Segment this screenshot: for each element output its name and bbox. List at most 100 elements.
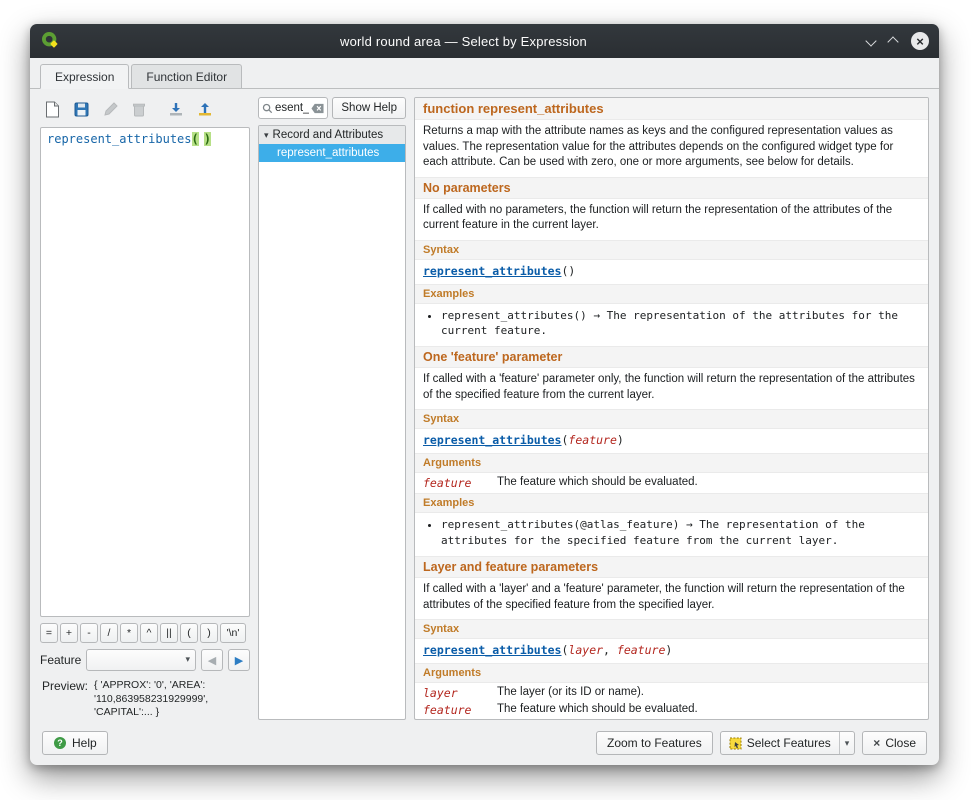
next-feature-button[interactable]: ▶: [228, 649, 250, 671]
examples-list: represent_attributes() → The representat…: [441, 308, 920, 339]
argument-name: feature: [423, 476, 487, 490]
select-by-expression-dialog: world round area — Select by Expression …: [30, 24, 939, 765]
syntax-label: Syntax: [415, 240, 928, 260]
help-icon: ?: [53, 736, 67, 750]
arrow: →: [686, 518, 693, 531]
show-help-button[interactable]: Show Help: [332, 97, 406, 119]
save-icon: [74, 102, 89, 117]
argument-row: layer The layer (or its ID or name).: [423, 686, 920, 700]
arguments-label: Arguments: [415, 663, 928, 683]
svg-text:?: ?: [57, 738, 63, 748]
window-title: world round area — Select by Expression: [68, 34, 859, 49]
preview-value: { 'APPROX': '0', 'AREA': '110,8639582319…: [94, 679, 250, 720]
operator-newline-button[interactable]: '\n': [220, 623, 246, 643]
argument-description: The feature which should be evaluated.: [497, 476, 920, 490]
window-menu-chevron-icon[interactable]: [867, 34, 875, 48]
section-heading-layer-and-feature: Layer and feature parameters: [415, 556, 928, 578]
expression-function-text: represent_attributes: [47, 132, 192, 146]
syntax-code: represent_attributes(feature): [423, 433, 920, 447]
arguments-label: Arguments: [415, 453, 928, 473]
trash-icon: [132, 102, 146, 117]
expression-editor[interactable]: represent_attributes(): [40, 127, 250, 617]
argument-row: feature The feature which should be eval…: [423, 703, 920, 717]
argument-name: feature: [423, 703, 487, 717]
syntax-arg: layer: [568, 643, 603, 657]
operator-concat-button[interactable]: ||: [160, 623, 178, 643]
tree-group-record-and-attributes[interactable]: ▾ Record and Attributes: [259, 126, 405, 144]
operator-divide-button[interactable]: /: [100, 623, 118, 643]
examples-label: Examples: [415, 493, 928, 513]
syntax-code: represent_attributes(layer, feature): [423, 643, 920, 657]
export-icon: [197, 101, 213, 117]
close-button[interactable]: × Close: [862, 731, 927, 755]
chevron-down-icon: ▾: [845, 738, 850, 749]
help-title: function represent_attributes: [415, 98, 928, 120]
edit-expression-button[interactable]: [98, 97, 122, 121]
operator-buttons: = + - / * ^ || ( ) '\n': [40, 623, 250, 643]
select-features-dropdown[interactable]: ▾: [839, 732, 855, 754]
pencil-icon: [103, 102, 118, 117]
dialog-footer: ? Help Zoom to Features Select Features …: [30, 726, 939, 765]
import-icon: [168, 101, 184, 117]
close-button-label: Close: [885, 736, 916, 750]
close-paren: ): [204, 132, 211, 146]
operator-equals-button[interactable]: =: [40, 623, 58, 643]
save-expression-button[interactable]: [69, 97, 93, 121]
syntax-label: Syntax: [415, 409, 928, 429]
section-heading-no-parameters: No parameters: [415, 177, 928, 199]
tab-function-editor[interactable]: Function Editor: [131, 64, 242, 88]
examples-list: represent_attributes(@atlas_feature) → T…: [441, 517, 920, 548]
export-expressions-button[interactable]: [193, 97, 217, 121]
new-expression-button[interactable]: [40, 97, 64, 121]
search-box[interactable]: [258, 97, 328, 119]
argument-description: The layer (or its ID or name).: [497, 686, 920, 700]
help-intro: Returns a map with the attribute names a…: [423, 124, 920, 171]
zoom-to-features-label: Zoom to Features: [607, 736, 702, 750]
clear-search-icon[interactable]: [311, 103, 324, 114]
delete-expression-button[interactable]: [127, 97, 151, 121]
previous-feature-button[interactable]: ◀: [201, 649, 223, 671]
import-expressions-button[interactable]: [164, 97, 188, 121]
select-features-label: Select Features: [747, 736, 831, 750]
function-search-input[interactable]: [275, 102, 309, 114]
syntax-code: represent_attributes(): [423, 264, 920, 278]
function-tree: ▾ Record and Attributes represent_attrib…: [258, 125, 406, 720]
feature-combobox[interactable]: ▾: [86, 649, 196, 671]
operator-open-paren-button[interactable]: (: [180, 623, 198, 643]
zoom-to-features-button[interactable]: Zoom to Features: [596, 731, 713, 755]
operator-plus-button[interactable]: +: [60, 623, 78, 643]
new-file-icon: [45, 101, 60, 118]
feature-row: Feature ▾ ◀ ▶: [40, 649, 250, 671]
help-panel: function represent_attributes Returns a …: [414, 97, 929, 720]
operator-power-button[interactable]: ^: [140, 623, 158, 643]
tab-bar: Expression Function Editor: [30, 58, 939, 89]
operator-multiply-button[interactable]: *: [120, 623, 138, 643]
examples-label: Examples: [415, 284, 928, 304]
operator-close-paren-button[interactable]: ): [200, 623, 218, 643]
section-description: If called with no parameters, the functi…: [423, 203, 920, 234]
syntax-arg: feature: [568, 433, 616, 447]
syntax-label: Syntax: [415, 619, 928, 639]
syntax-fn: represent_attributes: [423, 264, 561, 278]
main-content: represent_attributes() = + - / * ^ || ( …: [30, 89, 939, 726]
expression-column: represent_attributes() = + - / * ^ || ( …: [40, 97, 250, 720]
expression-toolbar: [40, 97, 250, 121]
example-item: represent_attributes() → The representat…: [441, 308, 920, 339]
window-close-button[interactable]: ×: [911, 32, 929, 50]
operator-minus-button[interactable]: -: [80, 623, 98, 643]
paren: ): [617, 433, 624, 447]
example-item: represent_attributes(@atlas_feature) → T…: [441, 517, 920, 548]
tab-expression[interactable]: Expression: [40, 64, 129, 89]
window-shade-chevron-icon[interactable]: [889, 34, 897, 49]
tree-item-represent-attributes[interactable]: represent_attributes: [259, 144, 405, 162]
paren: ): [568, 264, 575, 278]
titlebar[interactable]: world round area — Select by Expression …: [30, 24, 939, 58]
select-features-button[interactable]: Select Features ▾: [720, 731, 856, 755]
section-description: If called with a 'layer' and a 'feature'…: [423, 582, 920, 613]
arrow: →: [593, 309, 600, 322]
help-button[interactable]: ? Help: [42, 731, 108, 755]
chevron-down-icon: ▾: [185, 654, 190, 665]
function-list-column: Show Help ▾ Record and Attributes repres…: [258, 97, 406, 720]
feature-label: Feature: [40, 653, 81, 667]
syntax-fn: represent_attributes: [423, 643, 561, 657]
